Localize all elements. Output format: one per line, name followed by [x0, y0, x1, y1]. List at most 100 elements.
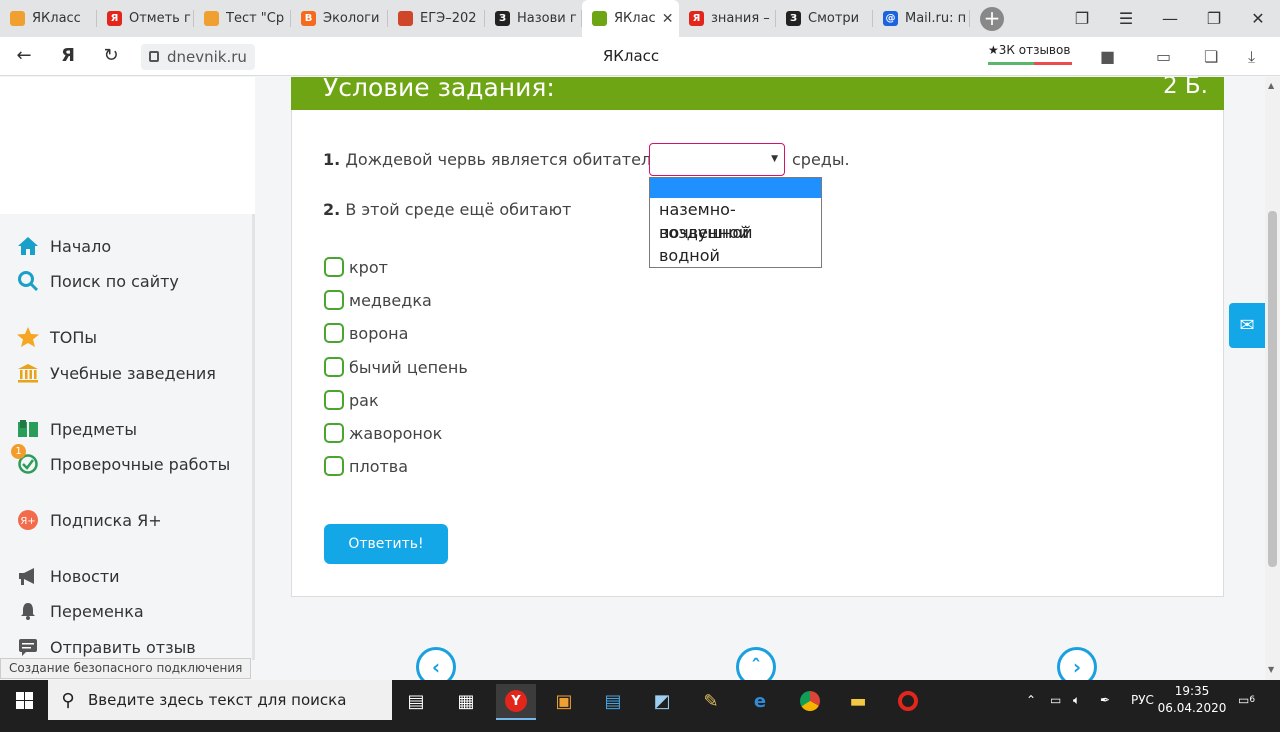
restore-button[interactable]: ❐	[1192, 0, 1236, 37]
sidebar-item-schools[interactable]: Учебные заведения	[16, 361, 216, 385]
browser-tab[interactable]: ЯКласс	[0, 0, 97, 37]
checkbox[interactable]	[324, 290, 344, 310]
svg-text:Я+: Я+	[20, 516, 35, 527]
sidebar-item-home[interactable]: Начало	[16, 234, 111, 258]
taskbar-search-box[interactable]: ⚲ Введите здесь текст для поиска	[48, 680, 392, 720]
browser-tab[interactable]: Я Отметь г	[97, 0, 194, 37]
sidebar-header	[0, 77, 255, 214]
sidebar-item-search[interactable]: Поиск по сайту	[16, 269, 179, 293]
notification-center-icon[interactable]: ▭ 6	[1238, 680, 1255, 720]
opera-icon[interactable]	[888, 684, 928, 718]
mail-icon: ✉	[1239, 315, 1255, 336]
chrome-icon[interactable]	[790, 684, 830, 718]
dropdown-option[interactable]	[650, 178, 821, 198]
search-icon: ⚲	[61, 689, 75, 711]
sidebar-item-subscription[interactable]: Я+ Подписка Я+	[16, 508, 162, 532]
task-view-icon[interactable]: ▤	[396, 684, 436, 718]
window-controls: ❐ ☰ — ❐ ✕	[1060, 0, 1280, 37]
calculator-icon[interactable]: ▦	[446, 684, 486, 718]
browser-tab[interactable]: ЕГЭ–202	[388, 0, 485, 37]
checkbox-option[interactable]: ворона	[324, 323, 408, 343]
clock[interactable]: 19:35 06.04.2020	[1152, 683, 1232, 717]
control-panel-icon[interactable]: ▤	[593, 684, 633, 718]
checkbox-option[interactable]: бычий цепень	[324, 357, 468, 377]
windows-taskbar: ⚲ Введите здесь текст для поиска ▤ ▦ Y ▣…	[0, 680, 1280, 732]
checkbox[interactable]	[324, 456, 344, 476]
feedback-mail-button[interactable]: ✉	[1229, 303, 1265, 348]
edge-icon[interactable]: e	[740, 684, 780, 718]
browser-tab[interactable]: Тест "Ср	[194, 0, 291, 37]
tab-favicon-icon: Я	[107, 11, 122, 26]
menu-icon[interactable]: ☰	[1104, 0, 1148, 37]
star-icon	[16, 325, 40, 349]
chevron-up-icon: ˆ	[751, 655, 761, 679]
minimize-button[interactable]: —	[1148, 0, 1192, 37]
dropdown-option[interactable]: водной	[650, 244, 821, 267]
address-bar: ← Я ↻ dnevnik.ru ЯКласс ★3К отзывов ■ ▭ …	[0, 37, 1280, 76]
sidebar-item-feedback[interactable]: Отправить отзыв	[16, 635, 196, 659]
checkbox[interactable]	[324, 323, 344, 343]
sidebar-item-subjects[interactable]: Предметы	[16, 417, 137, 441]
reviews-badge[interactable]: ★3К отзывов	[988, 43, 1072, 65]
tab-favicon-icon: З	[495, 11, 510, 26]
browser-tab[interactable]: З Назови г	[485, 0, 582, 37]
sidebar-item-break[interactable]: Переменка	[16, 599, 144, 623]
dropdown-option[interactable]: почвенной	[650, 221, 821, 244]
sidebar-item-tops[interactable]: ТОПы	[16, 325, 97, 349]
language-indicator[interactable]: РУС	[1131, 680, 1154, 720]
scrollbar-thumb[interactable]	[1268, 211, 1277, 567]
browser-tab[interactable]: Язнания –	[679, 0, 776, 37]
prev-task-button[interactable]: ‹	[416, 647, 456, 680]
bookmark-icon[interactable]: ■	[1100, 47, 1115, 66]
chevron-left-icon: ‹	[431, 655, 441, 679]
scroll-down-arrow-icon[interactable]: ▼	[1268, 665, 1274, 674]
checkbox-option[interactable]: медведка	[324, 290, 432, 310]
vertical-scrollbar[interactable]: ▲ ▼	[1265, 77, 1280, 680]
tray-chevron-icon[interactable]: ⌃	[1026, 680, 1036, 720]
checkbox-option[interactable]: плотва	[324, 456, 408, 476]
notepad-icon[interactable]: ◩	[642, 684, 682, 718]
pen-icon[interactable]: ✒	[1100, 680, 1110, 720]
chevron-right-icon: ›	[1072, 655, 1082, 679]
paint-icon[interactable]: ✎	[691, 684, 731, 718]
environment-select[interactable]: ▼	[649, 143, 785, 176]
book-icon	[16, 417, 40, 441]
submit-answer-button[interactable]: Ответить!	[324, 524, 448, 564]
browser-tab[interactable]: @ Mail.ru: п	[873, 0, 970, 37]
checkbox-option[interactable]: крот	[324, 257, 388, 277]
new-tab-button[interactable]: +	[970, 0, 1014, 37]
page-title: ЯКласс	[602, 47, 660, 65]
store-icon[interactable]: ▣	[544, 684, 584, 718]
yandex-browser-icon[interactable]: Y	[496, 684, 536, 720]
battery-saver-icon[interactable]: ▭	[1156, 47, 1171, 66]
checkbox[interactable]	[324, 357, 344, 377]
browser-tab[interactable]: B Экологи	[291, 0, 388, 37]
volume-icon[interactable]: 🔈︎	[1073, 680, 1080, 720]
question-1-suffix: среды.	[792, 150, 850, 169]
scroll-top-button[interactable]: ˆ	[736, 647, 776, 680]
windows-logo-icon	[15, 691, 33, 709]
sidebar-item-tests[interactable]: 1 Проверочные работы	[11, 444, 230, 476]
checkbox-option[interactable]: жаворонок	[324, 423, 442, 443]
next-task-button[interactable]: ›	[1057, 647, 1097, 680]
tab-title: Mail.ru: п	[905, 11, 967, 26]
download-icon[interactable]: ⤓	[1248, 47, 1255, 67]
browser-tab[interactable]: ЯКлас ✕	[582, 0, 679, 37]
checkbox[interactable]	[324, 423, 344, 443]
close-window-button[interactable]: ✕	[1236, 0, 1280, 37]
file-explorer-icon[interactable]: ▬	[838, 684, 878, 718]
scroll-up-arrow-icon[interactable]: ▲	[1268, 81, 1274, 90]
checkbox[interactable]	[324, 257, 344, 277]
close-tab-icon[interactable]: ✕	[662, 11, 674, 27]
tab-manager-icon[interactable]: ❐	[1060, 0, 1104, 37]
checkbox[interactable]	[324, 390, 344, 410]
question-1: 1. Дождевой червь является обитателем	[323, 150, 674, 169]
battery-icon[interactable]: ▭	[1050, 680, 1061, 720]
extensions-icon[interactable]: ❏	[1204, 47, 1218, 66]
sidebar-item-news[interactable]: Новости	[16, 564, 120, 588]
tab-favicon-icon	[592, 11, 607, 26]
dropdown-option[interactable]: наземно-воздушной	[650, 198, 821, 242]
checkbox-option[interactable]: рак	[324, 390, 379, 410]
windows-start-button[interactable]	[0, 680, 48, 720]
browser-tab[interactable]: З Смотри	[776, 0, 873, 37]
